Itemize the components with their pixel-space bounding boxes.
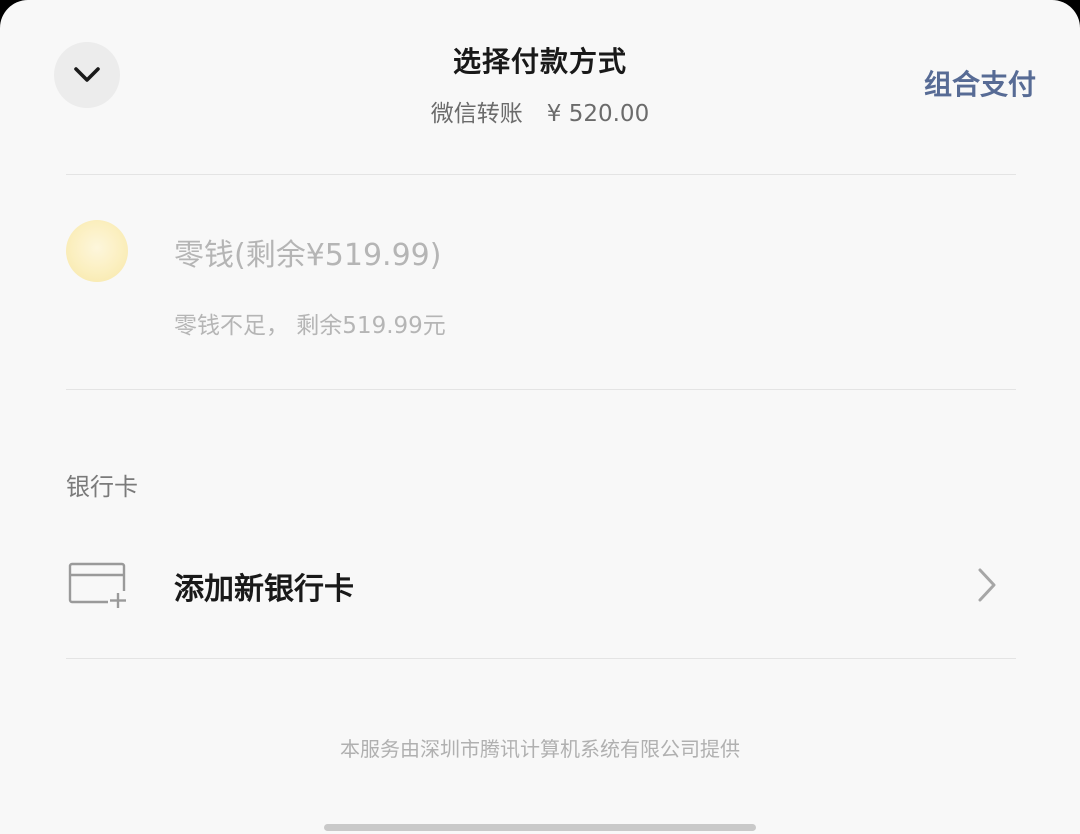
payment-amount: ¥ 520.00 — [546, 101, 650, 127]
wallet-insufficient-note: 零钱不足， 剩余519.99元 — [174, 313, 446, 339]
add-bank-card-label: 添加新银行卡 — [174, 572, 354, 607]
payment-type-label: 微信转账 — [430, 101, 523, 127]
home-indicator[interactable] — [324, 824, 756, 831]
bank-card-section-title: 银行卡 — [66, 473, 138, 501]
payment-summary: 微信转账 ¥ 520.00 — [0, 94, 1080, 128]
header-divider — [66, 174, 1016, 175]
bank-card-divider — [66, 658, 1016, 659]
payment-method-sheet: 选择付款方式 微信转账 ¥ 520.00 组合支付 零钱(剩余¥519.99) 零… — [0, 0, 1080, 834]
coin-icon — [66, 220, 128, 282]
page-title: 选择付款方式 — [452, 45, 627, 78]
add-bank-card-row[interactable]: 添加新银行卡 — [0, 540, 1080, 632]
wallet-divider — [66, 389, 1016, 390]
chevron-right-icon — [978, 568, 996, 602]
wallet-label: 零钱(剩余¥519.99) — [174, 238, 442, 273]
service-provider-note: 本服务由深圳市腾讯计算机系统有限公司提供 — [340, 737, 740, 761]
card-add-icon — [68, 562, 130, 609]
combined-payment-button[interactable]: 组合支付 — [924, 63, 1036, 103]
